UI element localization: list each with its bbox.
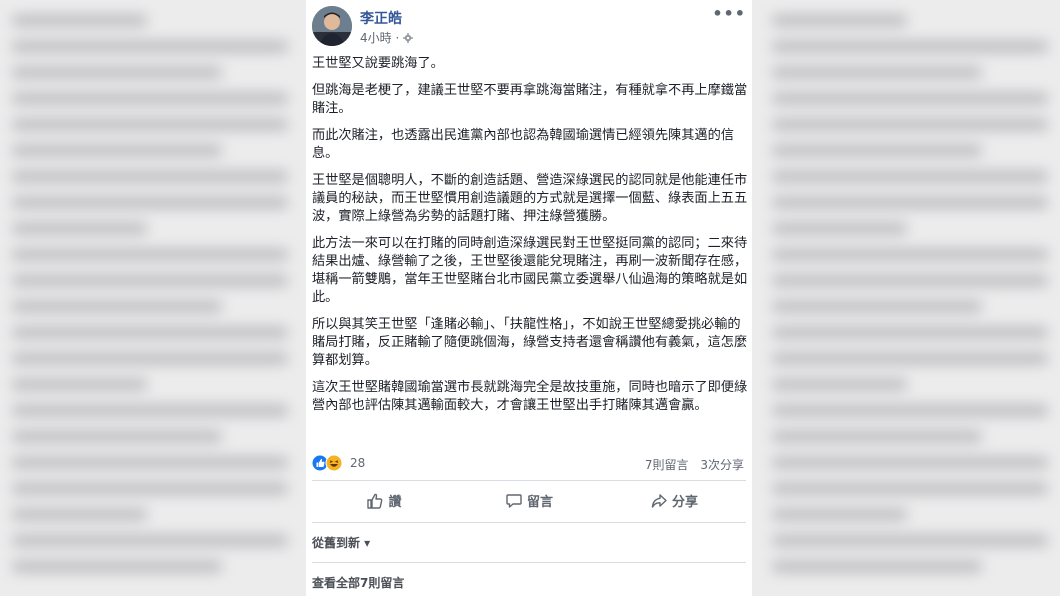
post-body: 王世堅又說要跳海了。 但跳海是老梗了，建議王世堅不要再拿跳海當賭注，有種就拿不再…	[312, 55, 748, 424]
post-time[interactable]: 4小時 ·	[360, 31, 403, 45]
haha-reaction-icon	[325, 454, 343, 472]
divider	[312, 562, 746, 563]
reaction-count[interactable]: 28	[350, 456, 365, 470]
post-paragraph: 但跳海是老梗了，建議王世堅不要再拿跳海當賭注，有種就拿不再上摩鐵當賭注。	[312, 83, 748, 116]
avatar-portrait-icon	[312, 6, 352, 46]
share-arrow-icon	[651, 494, 667, 508]
post-stats: 7則留言 3次分享	[645, 456, 744, 473]
post-paragraph: 所以與其笑王世堅「逢賭必輸」、「扶龍性格」，不如說王世堅總愛挑必輸的賭局打賭，反…	[312, 317, 748, 368]
like-label: 讚	[388, 495, 402, 510]
post-header: 李正皓 4小時 · •••	[306, 0, 752, 50]
post-card: 李正皓 4小時 · ••• 王世堅又說要跳海了。 但跳海是老梗了，建議王世堅不要…	[306, 0, 752, 596]
post-paragraph: 此方法一來可以在打賭的同時創造深綠選民對王世堅挺同黨的認同；二來待結果出爐、綠營…	[312, 236, 748, 305]
blurred-left-panel	[0, 0, 300, 596]
reaction-icons[interactable]	[312, 454, 346, 472]
comment-icon	[506, 494, 522, 508]
post-paragraph: 王世堅又說要跳海了。	[312, 56, 444, 71]
post-meta: 4小時 ·	[360, 29, 414, 46]
ellipsis-icon[interactable]: •••	[712, 4, 746, 23]
post-paragraph: 王世堅是個聰明人，不斷的創造話題、營造深綠選民的認同就是他能連任市議員的秘訣，而…	[312, 173, 748, 224]
reactions-summary: 28 7則留言 3次分享	[312, 454, 748, 474]
like-button[interactable]: 讚	[312, 486, 456, 520]
post-paragraph: 這次王世堅賭韓國瑜當選市長就跳海完全是故技重施，同時也暗示了即便綠營內部也評估陳…	[312, 380, 748, 413]
comment-sort-dropdown[interactable]: 從舊到新 ▾	[312, 534, 370, 551]
share-button[interactable]: 分享	[602, 486, 746, 520]
avatar[interactable]	[312, 6, 352, 46]
gear-icon[interactable]	[403, 33, 414, 43]
thumbs-up-icon	[367, 493, 383, 509]
divider	[312, 522, 746, 523]
comment-button[interactable]: 留言	[457, 486, 601, 520]
post-paragraph: 而此次賭注，也透露出民進黨內部也認為韓國瑜選情已經領先陳其邁的信息。	[312, 128, 734, 161]
share-count[interactable]: 3次分享	[700, 458, 744, 472]
blurred-right-panel	[760, 0, 1060, 596]
view-all-comments-link[interactable]: 查看全部7則留言	[312, 574, 404, 591]
post-actions: 讚 留言 分享	[312, 486, 746, 520]
share-label: 分享	[671, 495, 698, 510]
comment-count[interactable]: 7則留言	[645, 458, 689, 472]
comment-label: 留言	[526, 495, 553, 510]
divider	[312, 480, 746, 481]
author-name[interactable]: 李正皓	[360, 8, 402, 28]
